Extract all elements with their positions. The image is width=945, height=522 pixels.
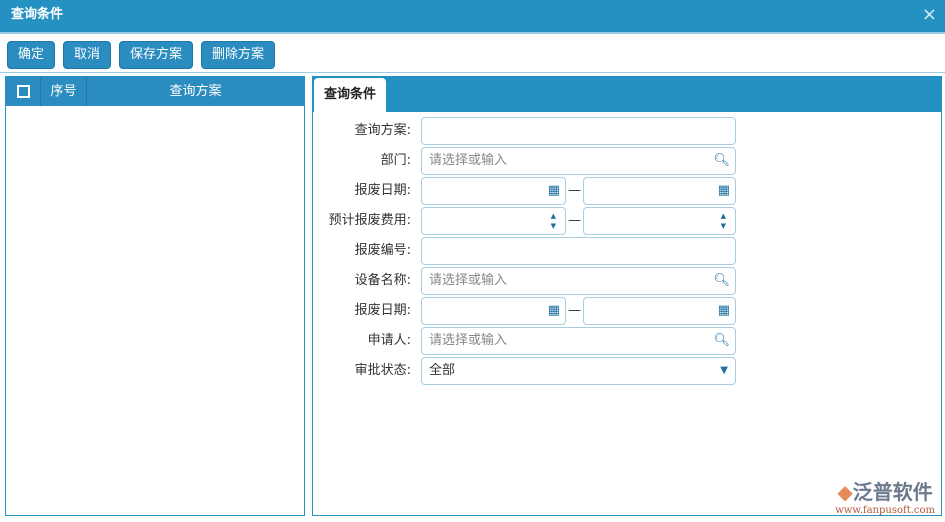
- search-icon[interactable]: 🔍︎: [713, 268, 730, 294]
- tab-query-conditions[interactable]: 查询条件: [314, 78, 386, 112]
- list-header: 序号 查询方案: [6, 77, 304, 106]
- date1-start-input[interactable]: ▦: [421, 177, 566, 205]
- calendar-icon[interactable]: ▦: [548, 298, 560, 324]
- toolbar: 确定 取消 保存方案 删除方案: [0, 32, 945, 73]
- calendar-icon[interactable]: ▦: [718, 298, 730, 324]
- label-device: 设备名称:: [354, 273, 411, 288]
- search-icon[interactable]: 🔍︎: [713, 148, 730, 174]
- scheme-list-panel: 序号 查询方案: [5, 76, 305, 516]
- label-date1: 报废日期:: [354, 183, 411, 198]
- save-scheme-button[interactable]: 保存方案: [119, 41, 193, 69]
- query-panel: 查询条件 查询方案: 部门: 请选择或输入 🔍︎ 报废日期: ▦ — ▦ 预计报废费用: ▲…: [312, 76, 942, 516]
- label-cost: 预计报废费用:: [328, 213, 411, 228]
- col-index: 序号: [41, 77, 87, 106]
- chevron-down-icon[interactable]: ▼: [720, 358, 728, 384]
- label-status: 审批状态:: [354, 363, 411, 378]
- device-placeholder: 请选择或输入: [429, 273, 508, 288]
- label-code: 报废编号:: [354, 243, 411, 258]
- calendar-icon[interactable]: ▦: [718, 178, 730, 204]
- date2-start-input[interactable]: ▦: [421, 297, 566, 325]
- status-value: 全部: [429, 363, 456, 378]
- date2-end-input[interactable]: ▦: [583, 297, 736, 325]
- dept-input[interactable]: 请选择或输入 🔍︎: [421, 147, 736, 175]
- cost-max-input[interactable]: ▲ ▼: [583, 207, 736, 235]
- label-applicant: 申请人:: [367, 333, 411, 348]
- range-separator: —: [568, 183, 581, 198]
- code-input[interactable]: [421, 237, 736, 265]
- status-select[interactable]: 全部 ▼: [421, 357, 736, 385]
- spinner-icon[interactable]: ▲ ▼: [551, 211, 556, 231]
- select-all-checkbox[interactable]: [17, 85, 30, 98]
- confirm-button[interactable]: 确定: [7, 41, 55, 69]
- spinner-icon[interactable]: ▲ ▼: [721, 211, 726, 231]
- delete-scheme-button[interactable]: 删除方案: [201, 41, 275, 69]
- cancel-button[interactable]: 取消: [63, 41, 111, 69]
- dept-placeholder: 请选择或输入: [429, 153, 508, 168]
- label-dept: 部门:: [380, 153, 411, 168]
- logo-name: 泛普软件: [852, 480, 933, 504]
- calendar-icon[interactable]: ▦: [548, 178, 560, 204]
- date1-end-input[interactable]: ▦: [583, 177, 736, 205]
- dialog-title-bar: 查询条件 ×: [0, 0, 945, 32]
- close-icon[interactable]: ×: [922, 0, 937, 30]
- logo: ◆泛普软件 www.fanpusoft.com: [835, 480, 935, 516]
- logo-url: www.fanpusoft.com: [835, 505, 935, 516]
- cost-min-input[interactable]: ▲ ▼: [421, 207, 566, 235]
- device-input[interactable]: 请选择或输入 🔍︎: [421, 267, 736, 295]
- label-date2: 报废日期:: [354, 303, 411, 318]
- label-scheme: 查询方案:: [354, 123, 411, 138]
- range-separator: —: [568, 213, 581, 228]
- applicant-placeholder: 请选择或输入: [429, 333, 508, 348]
- applicant-input[interactable]: 请选择或输入 🔍︎: [421, 327, 736, 355]
- dialog-title: 查询条件: [11, 7, 64, 22]
- search-icon[interactable]: 🔍︎: [713, 328, 730, 354]
- col-scheme: 查询方案: [169, 84, 222, 99]
- range-separator: —: [568, 303, 581, 318]
- scheme-input[interactable]: [421, 117, 736, 145]
